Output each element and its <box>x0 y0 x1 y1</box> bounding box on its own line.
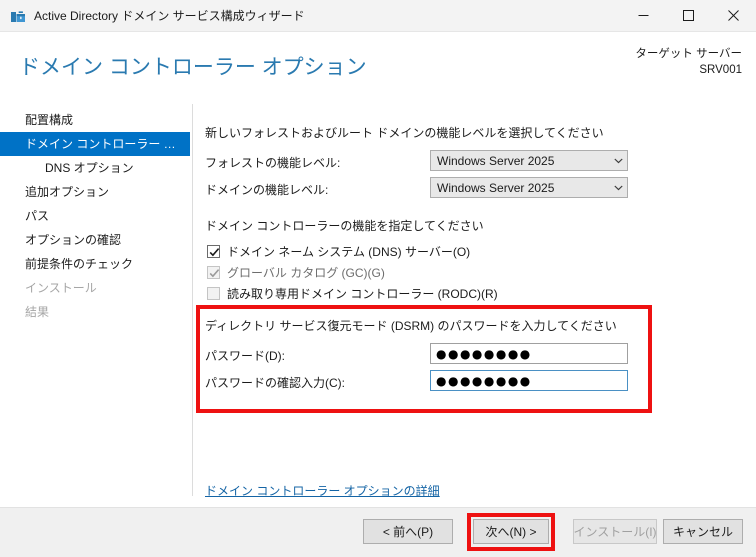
sidebar-item-dns-options[interactable]: DNS オプション <box>0 156 192 180</box>
page-header: ドメイン コントローラー オプション ターゲット サーバー SRV001 <box>0 32 756 100</box>
target-server-label: ターゲット サーバー <box>635 48 742 60</box>
checkbox-row-dns-server[interactable]: ドメイン ネーム システム (DNS) サーバー(O) <box>207 242 470 260</box>
maximize-icon[interactable] <box>666 0 711 31</box>
sidebar-item-domain-controller-options[interactable]: ドメイン コントローラー オプシ... <box>0 132 190 156</box>
content-area: 配置構成 ドメイン コントローラー オプシ... DNS オプション 追加オプシ… <box>0 100 756 507</box>
page-title: ドメイン コントローラー オプション <box>19 56 367 79</box>
window-controls <box>621 0 756 31</box>
capabilities-heading: ドメイン コントローラーの機能を指定してください <box>205 219 484 233</box>
close-icon[interactable] <box>711 0 756 31</box>
forest-functional-level-value: Windows Server 2025 <box>437 153 555 168</box>
forest-functional-level-label: フォレストの機能レベル: <box>205 156 341 170</box>
forest-functional-level-select[interactable]: Windows Server 2025 <box>430 150 628 171</box>
dsrm-confirm-label: パスワードの確認入力(C): <box>205 376 345 390</box>
sidebar-item-deployment-config[interactable]: 配置構成 <box>0 108 192 132</box>
sidebar-item-prerequisites-check[interactable]: 前提条件のチェック <box>0 252 192 276</box>
checkbox-row-rodc: 読み取り専用ドメイン コントローラー (RODC)(R) <box>207 284 498 302</box>
checkmark-icon <box>209 268 220 282</box>
domain-functional-level-label: ドメインの機能レベル: <box>205 183 329 197</box>
wizard-sidebar: 配置構成 ドメイン コントローラー オプシ... DNS オプション 追加オプシ… <box>0 100 193 507</box>
checkmark-icon <box>209 247 220 261</box>
checkbox-label-global-catalog: グローバル カタログ (GC)(G) <box>227 265 385 280</box>
domain-controller-options-details-link[interactable]: ドメイン コントローラー オプションの詳細 <box>205 482 440 499</box>
title-bar: Active Directory ドメイン サービス構成ウィザード <box>0 0 756 31</box>
sidebar-item-additional-options[interactable]: 追加オプション <box>0 180 192 204</box>
back-button[interactable]: < 前へ(P) <box>363 519 453 544</box>
chevron-down-icon <box>610 158 627 164</box>
install-button: インストール(I) <box>573 519 657 544</box>
checkbox-row-global-catalog: グローバル カタログ (GC)(G) <box>207 263 385 281</box>
checkbox-label-dns-server: ドメイン ネーム システム (DNS) サーバー(O) <box>227 244 471 259</box>
checkbox-rodc <box>207 286 220 300</box>
cancel-button[interactable]: キャンセル <box>663 519 743 544</box>
domain-functional-level-select[interactable]: Windows Server 2025 <box>430 177 628 198</box>
server-manager-icon <box>10 8 26 24</box>
sidebar-item-paths[interactable]: パス <box>0 204 192 228</box>
window-title: Active Directory ドメイン サービス構成ウィザード <box>34 9 305 23</box>
domain-functional-level-value: Windows Server 2025 <box>437 180 555 195</box>
target-server-value: SRV001 <box>699 64 742 76</box>
checkbox-global-catalog <box>207 265 220 282</box>
sidebar-item-installation: インストール <box>25 281 97 295</box>
checkbox-label-rodc: 読み取り専用ドメイン コントローラー (RODC)(R) <box>227 286 498 301</box>
dsrm-heading: ディレクトリ サービス復元モード (DSRM) のパスワードを入力してください <box>205 319 617 333</box>
footer-bar: < 前へ(P) 次へ(N) > インストール(I) キャンセル <box>0 508 756 557</box>
next-button[interactable]: 次へ(N) > <box>473 519 549 544</box>
minimize-icon[interactable] <box>621 0 666 31</box>
chevron-down-icon <box>610 185 627 191</box>
dsrm-confirm-input[interactable]: ●●●●●●●● <box>430 370 628 391</box>
checkbox-dns-server[interactable] <box>207 244 220 261</box>
dsrm-password-input[interactable]: ●●●●●●●● <box>430 343 628 364</box>
sidebar-item-results: 結果 <box>25 305 50 319</box>
functional-level-heading: 新しいフォレストおよびルート ドメインの機能レベルを選択してください <box>205 126 604 140</box>
main-panel: 新しいフォレストおよびルート ドメインの機能レベルを選択してください フォレスト… <box>193 100 756 507</box>
dsrm-password-label: パスワード(D): <box>205 349 285 363</box>
sidebar-item-review-options[interactable]: オプションの確認 <box>0 228 192 252</box>
target-server-info: ターゲット サーバー SRV001 <box>635 46 742 78</box>
wizard-step-list: 配置構成 ドメイン コントローラー オプシ... DNS オプション 追加オプシ… <box>0 108 192 324</box>
